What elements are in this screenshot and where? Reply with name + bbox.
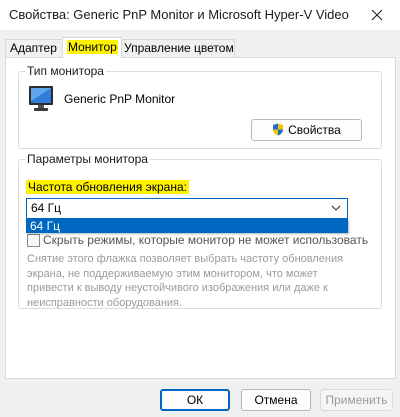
window-title: Свойства: Generic PnP Monitor и Microsof…	[9, 7, 349, 22]
apply-button-label: Применить	[325, 393, 388, 407]
cancel-button-label: Отмена	[254, 393, 298, 407]
refresh-rate-label: Частота обновления экрана:	[26, 180, 189, 194]
tab-monitor-label: Монитор	[67, 40, 118, 54]
close-button[interactable]	[354, 0, 400, 30]
monitor-settings-group-label: Параметры монитора	[25, 152, 150, 166]
tab-adapter-label: Адаптер	[10, 41, 57, 55]
monitor-settings-group: Параметры монитора Частота обновления эк…	[18, 152, 382, 309]
refresh-rate-value: 64 Гц	[31, 201, 62, 215]
cancel-button[interactable]: Отмена	[241, 389, 311, 411]
refresh-rate-select[interactable]: 64 Гц	[26, 198, 348, 219]
ok-button[interactable]: ОК	[160, 389, 230, 411]
refresh-rate-option[interactable]: 64 Гц	[30, 219, 60, 233]
monitor-properties-button-label: Свойства	[288, 123, 341, 137]
tab-color-management[interactable]: Управление цветом	[119, 39, 235, 57]
monitor-icon	[29, 86, 53, 111]
title-bar: Свойства: Generic PnP Monitor и Microsof…	[0, 0, 400, 30]
monitor-name: Generic PnP Monitor	[64, 92, 176, 106]
monitor-properties-button[interactable]: Свойства	[251, 119, 362, 141]
ok-button-label: ОК	[186, 393, 204, 407]
chevron-down-icon	[331, 205, 341, 211]
tab-panel-monitor: Тип монитора Generic PnP Monitor Свойств…	[5, 57, 396, 379]
hide-modes-checkbox[interactable]	[27, 234, 40, 247]
close-icon	[371, 9, 383, 21]
monitor-type-group-label: Тип монитора	[25, 64, 106, 78]
shield-icon	[273, 123, 284, 136]
apply-button[interactable]: Применить	[320, 389, 393, 411]
refresh-rate-dropdown-list: 64 Гц	[26, 219, 348, 233]
hide-modes-warning-text: Снятие этого флажка позволяет выбрать ча…	[27, 253, 344, 309]
tab-adapter[interactable]: Адаптер	[5, 39, 63, 57]
tab-color-management-label: Управление цветом	[124, 41, 234, 55]
tab-monitor[interactable]: Монитор	[62, 37, 122, 58]
monitor-type-group: Тип монитора Generic PnP Monitor Свойств…	[18, 64, 382, 149]
hide-modes-label[interactable]: Скрыть режимы, которые монитор не может …	[43, 233, 368, 247]
